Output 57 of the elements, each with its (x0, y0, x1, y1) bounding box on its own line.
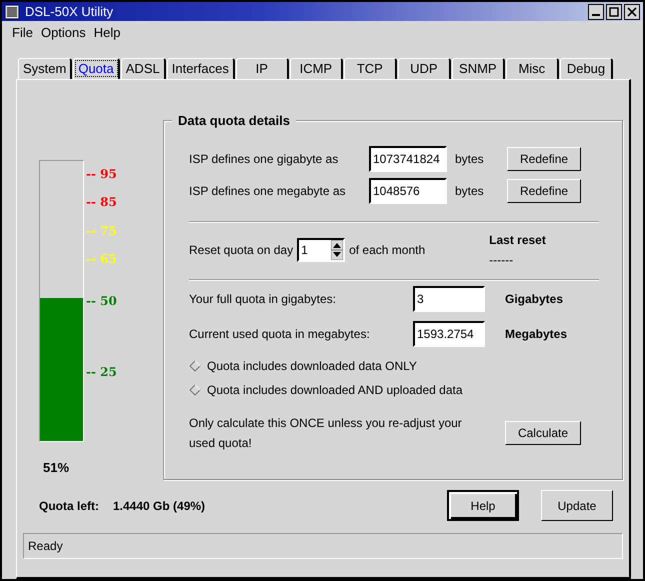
frame-title: Data quota details (172, 113, 296, 128)
menu-item[interactable]: File (12, 25, 33, 40)
calculate-button[interactable]: Calculate (504, 421, 581, 445)
help-button[interactable]: Help (447, 490, 519, 521)
radio-button[interactable] (189, 360, 201, 372)
meter-tick: -- 85 (86, 195, 117, 210)
tab[interactable]: Debug (560, 58, 613, 79)
menu-icon[interactable] (5, 4, 19, 18)
tab[interactable]: IP (236, 58, 289, 79)
last-reset-value: ------ (489, 253, 514, 267)
meter-tick: -- 50 (86, 294, 117, 308)
window-title: DSL-50X Utility (25, 4, 114, 19)
quota-left-value: 1.4440 Gb (49%) (113, 498, 206, 512)
field-label: Reset quota on day (189, 243, 294, 257)
unit-label: Megabytes (505, 326, 568, 340)
input-field[interactable]: 1048576 (369, 178, 447, 204)
tab[interactable]: System (18, 58, 72, 79)
field-label: ISP defines one megabyte as (189, 184, 347, 198)
meter-tick: -- 75 (86, 224, 117, 238)
update-button[interactable]: Update (541, 490, 613, 521)
radio-button[interactable] (189, 384, 201, 396)
field-label: ISP defines one gigabyte as (189, 152, 340, 166)
input-field[interactable]: 3 (413, 286, 485, 312)
field-label: Your full quota in gigabytes: (189, 292, 337, 306)
minimize-icon[interactable] (588, 4, 604, 20)
field-label: Current used quota in megabytes: (189, 326, 371, 340)
tab[interactable]: Interfaces (166, 58, 235, 79)
option-label: Quota includes downloaded AND uploaded data (207, 383, 463, 397)
status-bar: Ready (23, 533, 623, 559)
redefine-button[interactable]: Redefine (507, 147, 582, 171)
redefine-button[interactable]: Redefine (507, 179, 582, 203)
unit-label: Gigabytes (505, 292, 564, 306)
meter-tick: -- 95 (86, 167, 117, 182)
menu-item[interactable]: Options (40, 25, 86, 40)
tab[interactable]: UDP (398, 58, 451, 79)
tab[interactable]: TCP (344, 58, 397, 79)
menu-item[interactable]: Help (94, 25, 121, 40)
tab[interactable]: ADSL (120, 58, 166, 79)
input-field[interactable]: 1073741824 (369, 146, 447, 172)
day-spinner[interactable]: 1 (297, 238, 346, 262)
tab[interactable]: Quota (73, 58, 120, 79)
close-icon[interactable] (624, 4, 640, 20)
option-label: Quota includes downloaded data ONLY (207, 359, 417, 373)
meter-tick: -- 25 (86, 364, 117, 378)
unit-label: bytes (455, 152, 485, 166)
tab[interactable]: Misc (506, 58, 559, 79)
meter-tick: -- 65 (86, 252, 117, 266)
input-field[interactable]: 1593.2754 (413, 320, 485, 346)
tab[interactable]: ICMP (290, 58, 343, 79)
meter-reading: 51% (43, 460, 70, 475)
maximize-icon[interactable] (606, 4, 622, 20)
note-text: Only calculate this ONCE unless you re-adjust your used quota! (189, 415, 463, 452)
quota-left-label: Quota left: (39, 498, 99, 512)
unit-label: bytes (455, 184, 485, 198)
tab[interactable]: SNMP (452, 58, 505, 79)
field-label: of each month (349, 243, 426, 257)
last-reset-label: Last reset (489, 233, 546, 247)
